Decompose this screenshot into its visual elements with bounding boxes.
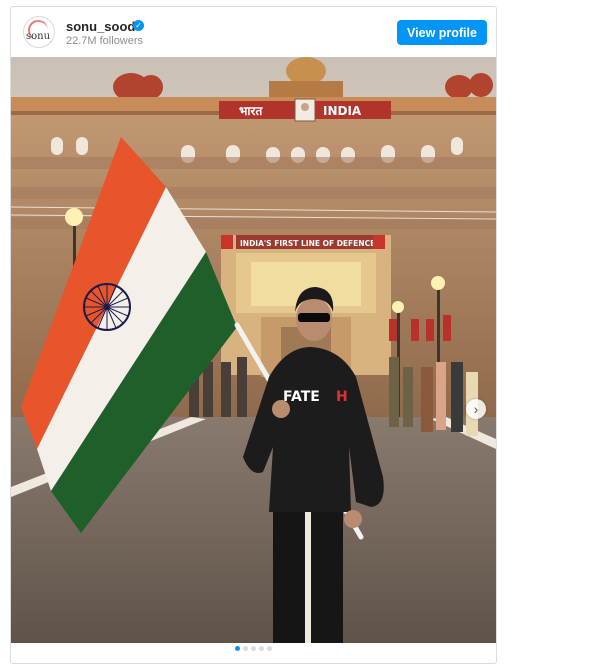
- carousel-dot[interactable]: [267, 646, 272, 651]
- carousel-dot[interactable]: [235, 646, 240, 651]
- top-sign-right: INDIA: [323, 104, 362, 118]
- verified-badge-icon: ✓: [133, 20, 144, 31]
- carousel-dot[interactable]: [251, 646, 256, 651]
- hoodie-text-main: FATE: [283, 389, 320, 405]
- carousel-dot[interactable]: [243, 646, 248, 651]
- post-photo[interactable]: भारत INDIA INDIA'S FIRST LINE OF DEFENCE: [11, 57, 496, 643]
- instagram-embed-card: sonu_sood sonu_sood ✓ 22.7M followers Vi…: [10, 6, 497, 664]
- follower-count: 22.7M followers: [66, 35, 144, 47]
- avatar-text: sonu_sood: [26, 31, 55, 42]
- gate-sign: INDIA'S FIRST LINE OF DEFENCE: [240, 239, 375, 248]
- post-header: sonu_sood sonu_sood ✓ 22.7M followers Vi…: [11, 7, 496, 57]
- carousel-dot[interactable]: [259, 646, 264, 651]
- central-dome: [286, 57, 326, 85]
- chevron-right-icon[interactable]: ›: [466, 399, 486, 419]
- carousel-dots: [11, 646, 496, 654]
- photo-illustration: भारत INDIA INDIA'S FIRST LINE OF DEFENCE: [11, 57, 496, 643]
- view-profile-button[interactable]: View profile: [397, 20, 487, 45]
- top-sign-left: भारत: [239, 104, 263, 118]
- username[interactable]: sonu_sood: [66, 19, 135, 34]
- avatar[interactable]: sonu_sood: [23, 16, 55, 48]
- hoodie-text-accent: H: [336, 389, 348, 405]
